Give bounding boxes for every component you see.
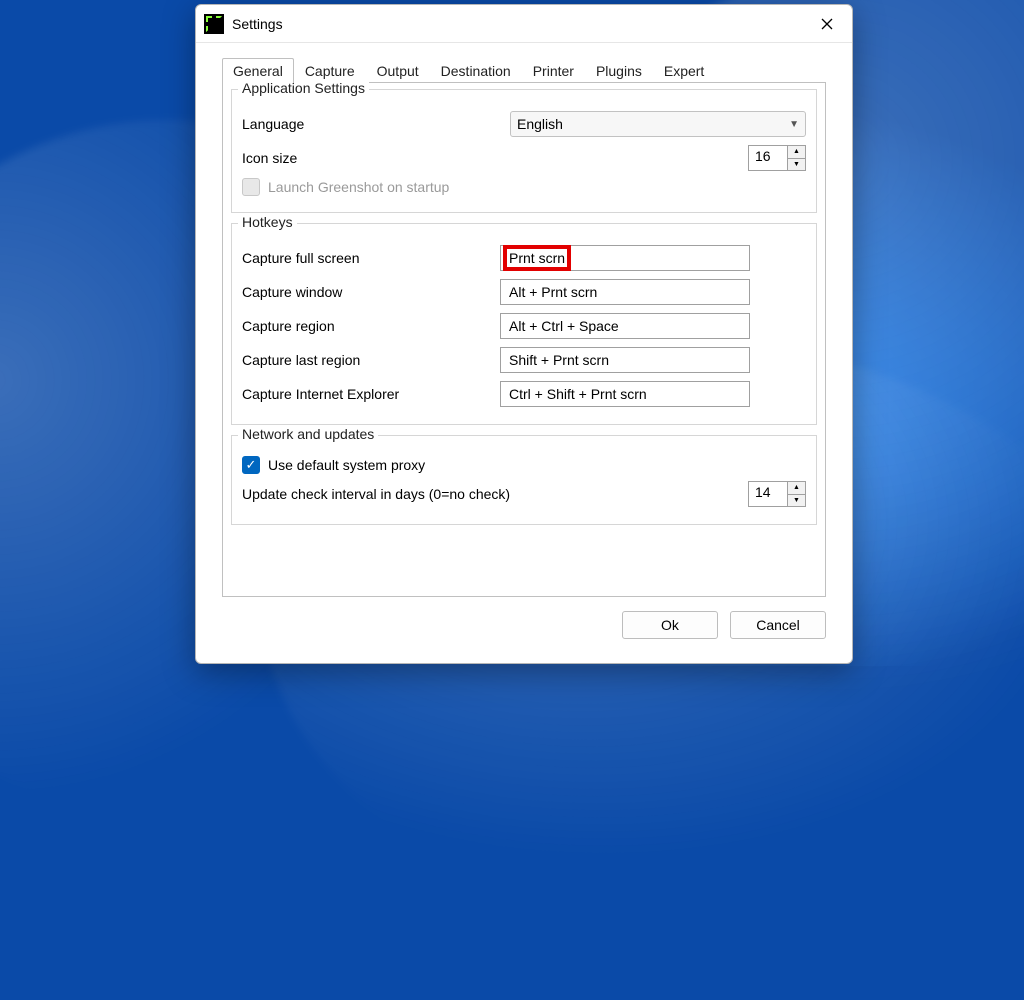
greenshot-icon — [204, 14, 224, 34]
hotkey-label-region: Capture region — [242, 318, 422, 334]
update-interval-stepper[interactable]: 14 ▲ ▼ — [748, 481, 806, 507]
language-label: Language — [242, 116, 510, 132]
legend-hotkeys: Hotkeys — [238, 214, 297, 230]
update-interval-value[interactable]: 14 — [748, 481, 788, 507]
hotkey-label-last-region: Capture last region — [242, 352, 422, 368]
hotkey-input-window[interactable]: Alt + Prnt scrn — [500, 279, 750, 305]
update-interval-label: Update check interval in days (0=no chec… — [242, 486, 642, 502]
language-value: English — [517, 116, 563, 132]
tab-output[interactable]: Output — [366, 58, 430, 83]
tab-strip: General Capture Output Destination Print… — [196, 43, 852, 82]
update-interval-step-up[interactable]: ▲ — [788, 482, 805, 495]
settings-window: Settings General Capture Output Destinat… — [195, 4, 853, 664]
tab-general[interactable]: General — [222, 58, 294, 83]
close-button[interactable] — [804, 6, 850, 42]
icon-size-step-down[interactable]: ▼ — [788, 159, 805, 171]
hotkey-input-ie[interactable]: Ctrl + Shift + Prnt scrn — [500, 381, 750, 407]
launch-on-startup-checkbox — [242, 178, 260, 196]
icon-size-stepper[interactable]: 16 ▲ ▼ — [748, 145, 806, 171]
fieldset-hotkeys: Hotkeys Capture full screen Prnt scrn Ca… — [231, 223, 817, 425]
tab-panel-general: Application Settings Language English ▼ … — [222, 82, 826, 597]
hotkey-label-ie: Capture Internet Explorer — [242, 386, 422, 402]
hotkey-label-window: Capture window — [242, 284, 422, 300]
icon-size-step-up[interactable]: ▲ — [788, 146, 805, 159]
chevron-down-icon: ▼ — [789, 119, 799, 130]
icon-size-value[interactable]: 16 — [748, 145, 788, 171]
hotkey-input-full-screen[interactable]: Prnt scrn — [500, 245, 750, 271]
hotkey-value-region: Alt + Ctrl + Space — [507, 317, 621, 335]
fieldset-network-updates: Network and updates Use default system p… — [231, 435, 817, 525]
ok-button[interactable]: Ok — [622, 611, 718, 639]
launch-on-startup-label: Launch Greenshot on startup — [268, 179, 449, 195]
update-interval-step-down[interactable]: ▼ — [788, 495, 805, 507]
hotkey-value-last-region: Shift + Prnt scrn — [507, 351, 611, 369]
fieldset-application-settings: Application Settings Language English ▼ … — [231, 89, 817, 213]
hotkey-input-region[interactable]: Alt + Ctrl + Space — [500, 313, 750, 339]
cancel-button[interactable]: Cancel — [730, 611, 826, 639]
close-icon — [821, 18, 833, 30]
hotkey-input-last-region[interactable]: Shift + Prnt scrn — [500, 347, 750, 373]
tab-printer[interactable]: Printer — [522, 58, 585, 83]
tab-destination[interactable]: Destination — [430, 58, 522, 83]
hotkey-label-full-screen: Capture full screen — [242, 250, 422, 266]
hotkey-value-window: Alt + Prnt scrn — [507, 283, 599, 301]
tab-plugins[interactable]: Plugins — [585, 58, 653, 83]
tab-expert[interactable]: Expert — [653, 58, 715, 83]
hotkey-value-ie: Ctrl + Shift + Prnt scrn — [507, 385, 649, 403]
language-select[interactable]: English ▼ — [510, 111, 806, 137]
hotkey-value-full-screen: Prnt scrn — [507, 249, 567, 267]
dialog-button-bar: Ok Cancel — [196, 607, 852, 663]
use-proxy-label: Use default system proxy — [268, 457, 425, 473]
titlebar[interactable]: Settings — [196, 5, 852, 43]
legend-network-updates: Network and updates — [238, 426, 378, 442]
window-title: Settings — [232, 16, 283, 32]
use-proxy-row[interactable]: Use default system proxy — [242, 456, 806, 474]
launch-on-startup-row: Launch Greenshot on startup — [242, 178, 806, 196]
icon-size-label: Icon size — [242, 150, 510, 166]
use-proxy-checkbox[interactable] — [242, 456, 260, 474]
